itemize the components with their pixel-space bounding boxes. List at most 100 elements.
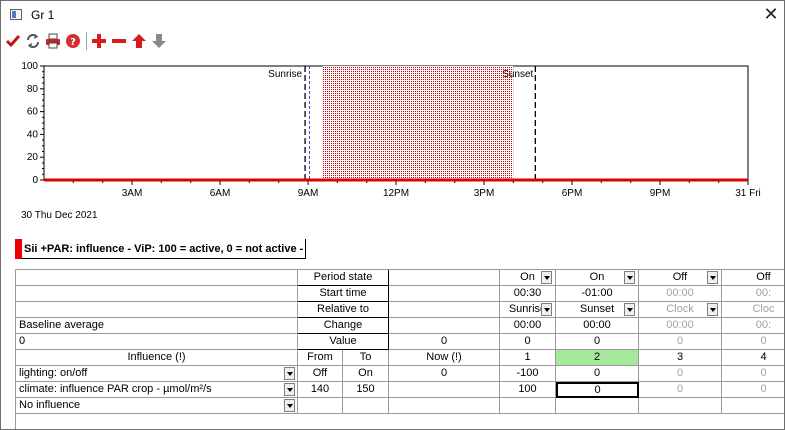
influence-now <box>389 398 500 414</box>
influence-color-swatch <box>15 238 22 259</box>
chevron-down-icon[interactable] <box>284 399 295 412</box>
chevron-down-icon[interactable] <box>284 367 295 380</box>
refresh-icon[interactable] <box>24 32 42 50</box>
from-header: From <box>298 350 343 366</box>
y-tick-label: 80 <box>27 84 39 95</box>
svg-text:?: ? <box>70 37 76 48</box>
influence-period-2[interactable]: 0 <box>556 382 639 398</box>
period-4-state[interactable]: Off <box>722 270 784 286</box>
chevron-down-icon[interactable] <box>707 303 718 316</box>
period-number-3[interactable]: 3 <box>639 350 722 366</box>
row-label-period-state: Period state <box>298 270 389 286</box>
print-icon[interactable] <box>44 32 62 50</box>
influence-period-3[interactable] <box>639 398 722 414</box>
influence-period-1[interactable] <box>500 398 556 414</box>
influence-from[interactable]: Off <box>298 366 343 382</box>
now-header: Now (!) <box>389 350 500 366</box>
blank-cell <box>389 286 500 302</box>
influence-period-2[interactable]: 0 <box>556 366 639 382</box>
influence-select[interactable]: lighting: on/off <box>16 366 298 382</box>
toolbar-separator <box>86 32 87 50</box>
influence-header: Influence (!) <box>16 350 298 366</box>
active-period-area <box>322 66 514 180</box>
x-tick-label: 12PM <box>383 188 409 199</box>
influence-period-1[interactable]: -100 <box>500 366 556 382</box>
chevron-down-icon[interactable] <box>707 271 718 284</box>
influence-now <box>389 382 500 398</box>
period-3-relative[interactable]: Clock <box>639 302 722 318</box>
period-1-relative[interactable]: Sunrise <box>500 302 556 318</box>
influence-select[interactable]: climate: influence PAR crop - µmol/m²/s <box>16 382 298 398</box>
period-1-change[interactable]: 00:00 <box>500 318 556 334</box>
x-tick-label: 31 Fri <box>735 188 761 199</box>
period-number-4[interactable]: 4 <box>722 350 784 366</box>
period-4-change[interactable]: 00: <box>722 318 784 334</box>
influence-select[interactable]: No influence <box>16 398 298 414</box>
blank-cell <box>16 302 298 318</box>
move-up-icon[interactable] <box>130 32 148 50</box>
y-tick-label: 20 <box>27 152 39 163</box>
remove-icon[interactable] <box>110 32 128 50</box>
move-down-icon[interactable] <box>150 32 168 50</box>
x-tick-label: 3PM <box>474 188 495 199</box>
period-3-start[interactable]: 00:00 <box>639 286 722 302</box>
help-icon[interactable]: ? <box>64 32 82 50</box>
influence-to[interactable]: 150 <box>343 382 389 398</box>
row-label-relative-to: Relative to <box>298 302 389 318</box>
title-bar: Gr 1 ✕ <box>1 1 784 29</box>
influence-period-4[interactable] <box>722 398 784 414</box>
settings-grid: Period state On On Off Off Start time 00:30 -01… <box>15 269 784 429</box>
influence-chart: 100 80 60 40 20 0 3AM 6AM 9AM 12PM 3PM 6PM 9PM 31 Fri… <box>21 61 761 199</box>
influence-period-4[interactable]: 0 <box>722 366 784 382</box>
add-icon[interactable] <box>90 32 108 50</box>
chevron-down-icon[interactable] <box>541 271 552 284</box>
period-number-2[interactable]: 2 <box>556 350 639 366</box>
period-1-value[interactable]: 0 <box>500 334 556 350</box>
row-label-start-time: Start time <box>298 286 389 302</box>
window-title: Gr 1 <box>31 8 55 22</box>
period-4-start[interactable]: 00: <box>722 286 784 302</box>
period-3-state[interactable]: Off <box>639 270 722 286</box>
chevron-down-icon[interactable] <box>284 383 295 396</box>
influence-period-2[interactable] <box>556 398 639 414</box>
period-number-1[interactable]: 1 <box>500 350 556 366</box>
baseline-value: 0 <box>16 334 298 350</box>
y-tick-label: 0 <box>32 175 38 186</box>
x-tick-label: 9AM <box>298 188 319 199</box>
x-tick-label: 9PM <box>650 188 671 199</box>
check-icon[interactable] <box>4 32 22 50</box>
influence-title: Sii +PAR: influence - ViP: 100 = active,… <box>15 238 307 259</box>
period-2-start[interactable]: -01:00 <box>556 286 639 302</box>
influence-period-4[interactable]: 0 <box>722 382 784 398</box>
chevron-down-icon[interactable] <box>541 303 552 316</box>
row-label-change: Change <box>298 318 389 334</box>
influence-period-1[interactable]: 100 <box>500 382 556 398</box>
period-3-value[interactable]: 0 <box>639 334 722 350</box>
influence-to[interactable]: On <box>343 366 389 382</box>
period-2-state[interactable]: On <box>556 270 639 286</box>
close-button[interactable]: ✕ <box>761 3 781 25</box>
window: Gr 1 ✕ ? 100 80 60 40 20 0 3AM 6AM 9AM 12PM 3PM 6PM… <box>0 0 785 430</box>
blank-cell <box>389 302 500 318</box>
period-4-relative[interactable]: Cloc <box>722 302 784 318</box>
influence-period-3[interactable]: 0 <box>639 366 722 382</box>
influence-period-3[interactable]: 0 <box>639 382 722 398</box>
baseline-label: Baseline average <box>16 318 298 334</box>
influence-to[interactable] <box>343 398 389 414</box>
period-1-state[interactable]: On <box>500 270 556 286</box>
influence-title-text: Sii +PAR: influence - ViP: 100 = active,… <box>24 242 304 255</box>
influence-from[interactable]: 140 <box>298 382 343 398</box>
period-2-change[interactable]: 00:00 <box>556 318 639 334</box>
period-4-value[interactable]: 0 <box>722 334 784 350</box>
period-3-change[interactable]: 00:00 <box>639 318 722 334</box>
period-2-value[interactable]: 0 <box>556 334 639 350</box>
period-2-relative[interactable]: Sunset <box>556 302 639 318</box>
influence-from[interactable] <box>298 398 343 414</box>
influence-now: 0 <box>389 366 500 382</box>
marker-label: Sunset <box>502 69 533 80</box>
chart-start-date: 30 Thu Dec 2021 <box>21 210 98 221</box>
chevron-down-icon[interactable] <box>624 303 635 316</box>
x-tick-label: 3AM <box>122 188 143 199</box>
period-1-start[interactable]: 00:30 <box>500 286 556 302</box>
chevron-down-icon[interactable] <box>624 271 635 284</box>
